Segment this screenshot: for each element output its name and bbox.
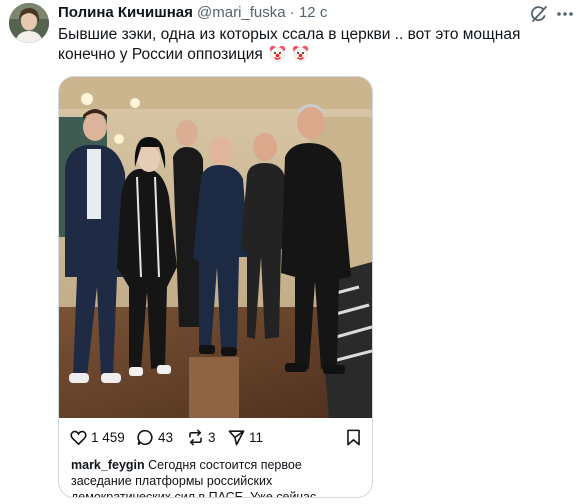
like-button[interactable]: 1 459	[69, 428, 125, 447]
caption-username[interactable]: mark_feygin	[71, 458, 145, 472]
post-timestamp[interactable]: 12 с	[299, 4, 327, 21]
like-count: 1 459	[91, 430, 125, 445]
tweet-header: Полина Кичишная @mari_fuska · 12 с	[58, 4, 327, 21]
author-handle[interactable]: @mari_fuska	[197, 4, 286, 21]
post-caption: mark_feygin Сегодня состоится первое зас…	[71, 457, 361, 497]
tweet-text: Бывшие зэки, одна из которых ссала в цер…	[58, 25, 573, 68]
author-avatar[interactable]	[9, 3, 49, 43]
embedded-instagram-post[interactable]: 1 459 43 3 11 mark_feygin Сегодня состои…	[58, 76, 373, 498]
share-count: 11	[249, 430, 264, 445]
comment-icon	[137, 429, 153, 446]
post-actions: 1 459 43 3 11	[69, 428, 365, 448]
repost-button[interactable]: 3	[186, 428, 216, 447]
tweet-body: Бывшие зэки, одна из которых ссала в цер…	[58, 26, 521, 63]
separator-dot: ·	[289, 4, 295, 21]
repost-icon	[189, 429, 202, 446]
send-icon	[228, 430, 245, 446]
comment-button[interactable]: 43	[136, 428, 173, 447]
author-name[interactable]: Полина Кичишная	[58, 4, 193, 21]
embedded-photo[interactable]	[59, 77, 372, 418]
more-options-icon[interactable]	[555, 4, 575, 24]
grok-icon[interactable]	[529, 4, 549, 24]
share-button[interactable]: 11	[227, 428, 263, 447]
clown-face-icon	[292, 45, 309, 68]
bookmark-icon	[347, 429, 360, 446]
save-button[interactable]	[344, 428, 363, 447]
comment-count: 43	[158, 430, 174, 445]
clown-face-icon	[269, 45, 286, 68]
heart-icon	[70, 430, 87, 446]
repost-count: 3	[208, 430, 216, 445]
